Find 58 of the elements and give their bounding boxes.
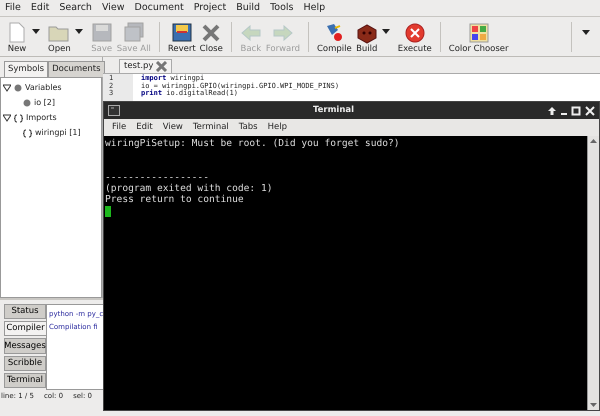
menu-item[interactable]: File [0, 0, 26, 16]
tree-item[interactable]: wiringpi [1] [35, 127, 81, 140]
message-tab[interactable]: Scribble [4, 356, 46, 371]
menu-item[interactable]: Search [54, 0, 97, 16]
terminal-line: wiringPiSetup: Must be root. (Did you forget sudo?) [105, 138, 401, 150]
execute-icon [404, 22, 426, 44]
menu-item[interactable]: File [108, 121, 130, 134]
color-palette-icon [468, 22, 490, 44]
menu-item[interactable]: Document [130, 0, 189, 16]
toolbar-button[interactable]: Revert [166, 20, 198, 54]
up-arrow-icon [547, 106, 557, 116]
menu-item[interactable]: Tabs [234, 121, 262, 134]
maximize-icon [571, 106, 581, 116]
window-title: Terminal [312, 104, 356, 117]
terminal-line: Press return to continue [105, 194, 245, 206]
toolbar-button[interactable]: Close [198, 20, 225, 54]
tree-item[interactable]: Variables [25, 82, 62, 94]
message-tab[interactable]: Messages [4, 338, 46, 354]
menu-item[interactable]: View [96, 0, 130, 16]
menu-item[interactable]: View [158, 121, 187, 134]
floppy-disks-icon [122, 22, 145, 44]
toolbar-button[interactable]: Color Chooser [446, 20, 511, 54]
braces-icon [23, 128, 32, 138]
terminal-line: (program exited with code: 1) [105, 183, 274, 194]
menu-item[interactable]: Help [298, 0, 330, 16]
editor-tab[interactable]: test.py [119, 59, 172, 73]
tree-item[interactable]: io [2] [34, 97, 55, 110]
toolbar-button[interactable]: Execute [396, 20, 434, 54]
overflow-caret-icon [582, 30, 590, 36]
menu-item[interactable]: Project [188, 0, 232, 16]
close-icon [585, 106, 595, 116]
minimize-icon [561, 112, 567, 114]
message-tab[interactable]: Compiler [4, 321, 46, 336]
menu-item[interactable]: Edit [132, 121, 157, 134]
terminal-icon [108, 105, 120, 116]
message-tab[interactable]: Terminal [4, 372, 46, 388]
menu-item[interactable]: Help [264, 121, 292, 134]
toolbar-button[interactable]: Open [46, 20, 73, 54]
menu-item[interactable]: Tools [265, 0, 298, 16]
tree-item[interactable]: Imports [26, 112, 57, 124]
braces-icon [14, 114, 23, 123]
revert-document-icon [170, 22, 193, 44]
scrollbar[interactable] [587, 136, 599, 410]
toolbar-button[interactable]: Compile [315, 20, 354, 54]
tab-label: test.py [124, 61, 154, 72]
menu-item[interactable]: Build [231, 0, 266, 16]
brick-icon [356, 22, 378, 44]
message-tab[interactable]: Status [4, 304, 46, 320]
menu-item[interactable]: Edit [26, 0, 54, 16]
sidebar-tab[interactable]: Documents [48, 61, 105, 77]
close-x-icon [200, 22, 222, 44]
cursor-block [105, 206, 111, 217]
sidebar-tab[interactable]: Symbols [4, 61, 48, 77]
menu-item[interactable]: Terminal [188, 121, 233, 134]
close-x-icon [156, 61, 168, 72]
toolbar-button[interactable]: New [4, 20, 30, 54]
toolbar-button[interactable]: Build [354, 20, 380, 54]
terminal-line: ------------------ [105, 172, 210, 184]
